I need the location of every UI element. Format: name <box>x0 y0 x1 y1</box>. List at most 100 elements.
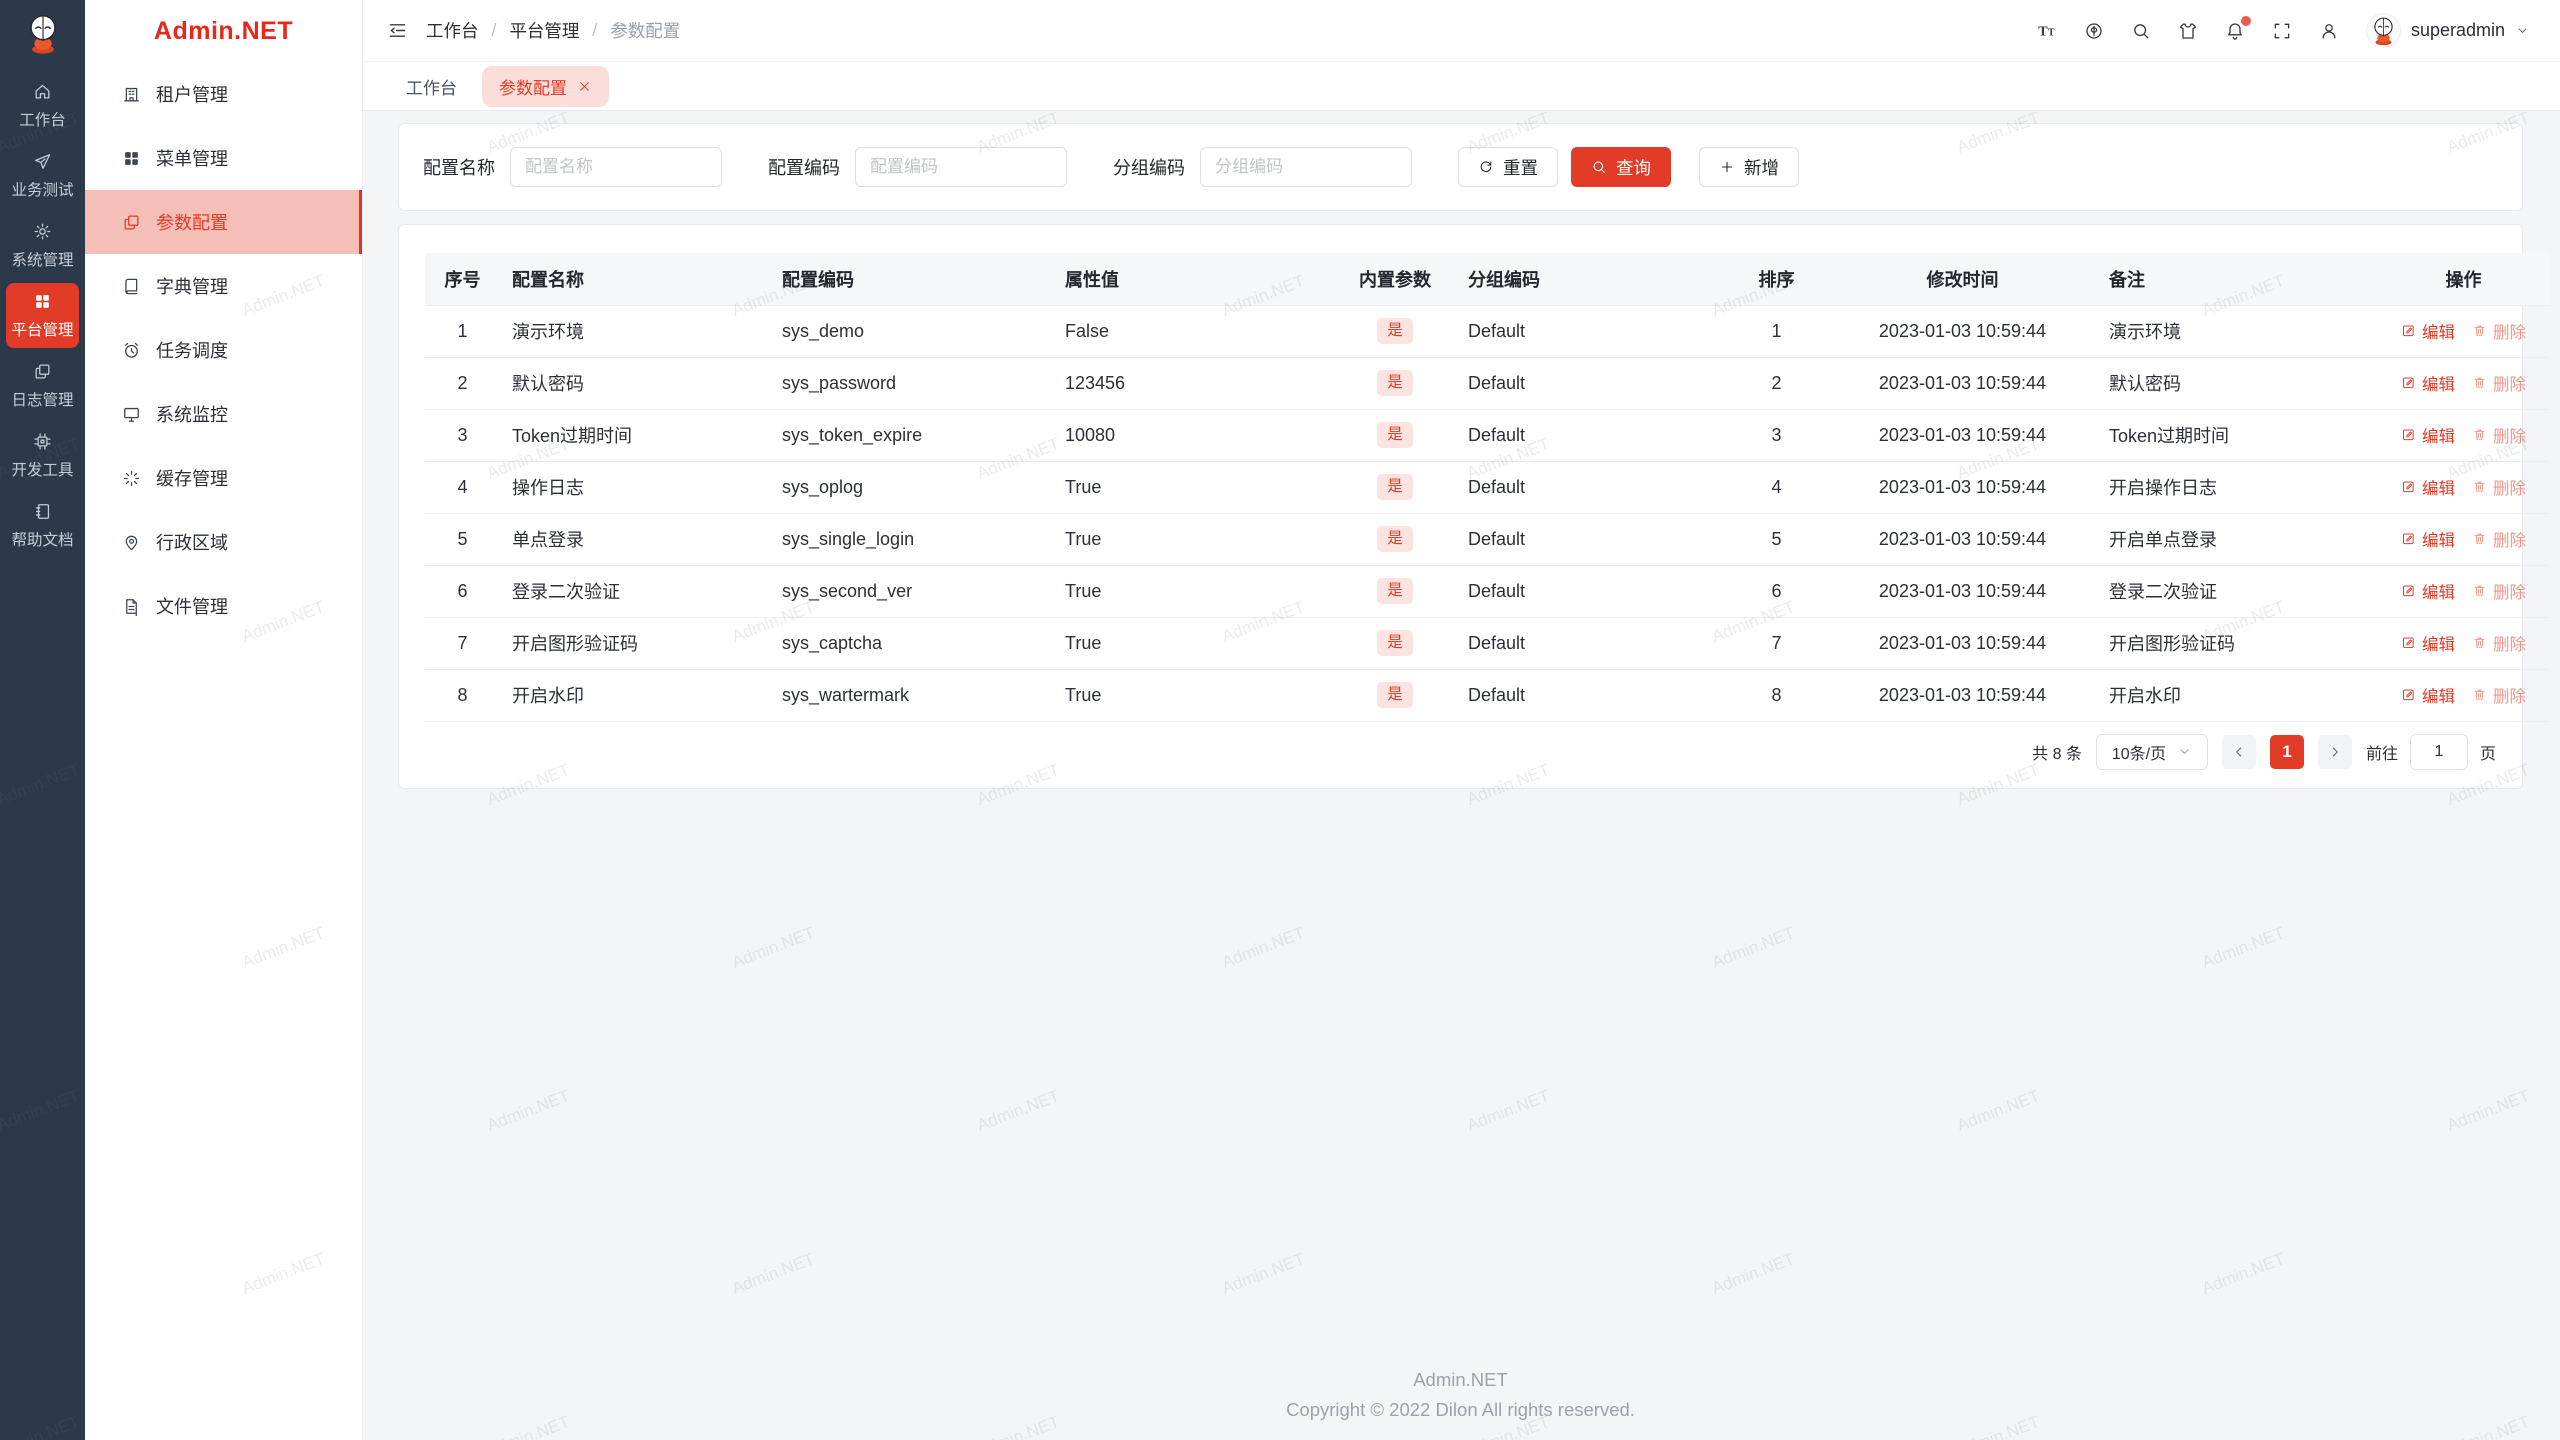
config-name-input[interactable] <box>510 147 722 187</box>
delete-button[interactable]: 删除 <box>2472 423 2526 447</box>
sidebar-item-dict-manage[interactable]: 字典管理 <box>85 254 362 318</box>
edit-button-label: 编辑 <box>2422 531 2455 550</box>
delete-button[interactable]: 删除 <box>2472 319 2526 343</box>
cell-sort: 7 <box>1725 617 1828 670</box>
group-code-input[interactable] <box>1200 147 1412 187</box>
cell-builtin: 是 <box>1334 409 1456 462</box>
edit-button[interactable]: 编辑 <box>2401 423 2455 447</box>
delete-button[interactable]: 删除 <box>2472 475 2526 499</box>
cell-group: Default <box>1456 409 1725 462</box>
chevron-down-icon <box>2177 744 2192 759</box>
cell-builtin: 是 <box>1334 513 1456 566</box>
copy-icon <box>33 362 52 381</box>
sidebar-item-label: 字典管理 <box>156 277 228 297</box>
cell-code: sys_token_expire <box>770 409 1053 462</box>
goto-page-input[interactable] <box>2409 733 2468 770</box>
table-row: 7 开启图形验证码 sys_captcha True 是 Default 7 2023-01-… <box>425 617 2549 670</box>
prev-page-button[interactable] <box>2221 734 2256 769</box>
cell-value: True <box>1053 461 1334 514</box>
chevron-down-icon <box>2515 23 2530 38</box>
next-page-button[interactable] <box>2317 734 2352 769</box>
user-menu[interactable]: superadmin <box>2365 13 2530 48</box>
search-button[interactable]: 查询 <box>1571 147 1671 187</box>
grid-icon <box>122 149 141 168</box>
tab-label: 工作台 <box>406 78 457 98</box>
sidebar-item-menu-manage[interactable]: 菜单管理 <box>85 126 362 190</box>
page-number-current[interactable]: 1 <box>2269 734 2304 769</box>
cell-sort: 3 <box>1725 409 1828 462</box>
rail-item-log-manage[interactable]: 日志管理 <box>6 353 79 418</box>
tab-参数配置[interactable]: 参数配置 <box>482 65 609 107</box>
edit-icon <box>2401 479 2416 494</box>
rail-item-system-manage[interactable]: 系统管理 <box>6 213 79 278</box>
book-icon <box>122 277 141 296</box>
cell-group: Default <box>1456 357 1725 410</box>
reset-button[interactable]: 重置 <box>1458 147 1558 187</box>
sidebar-item-label: 系统监控 <box>156 405 228 425</box>
sidebar-item-cache-manage[interactable]: 缓存管理 <box>85 446 362 510</box>
builtin-tag: 是 <box>1377 682 1413 708</box>
builtin-tag: 是 <box>1377 630 1413 656</box>
sidebar-item-param-config[interactable]: 参数配置 <box>85 190 362 254</box>
fullscreen-icon[interactable] <box>2272 21 2292 41</box>
search-icon <box>1591 159 1607 175</box>
pagination: 共 8 条 10条/页 1 前往 页 <box>425 722 2496 782</box>
edit-button[interactable]: 编辑 <box>2401 371 2455 395</box>
sidebar-item-system-monitor[interactable]: 系统监控 <box>85 382 362 446</box>
config-code-input[interactable] <box>855 147 1067 187</box>
cell-time: 2023-01-03 10:59:44 <box>1828 669 2097 722</box>
filter-buttons: 重置 查询 新增 <box>1458 147 1799 187</box>
language-icon[interactable] <box>2084 21 2104 41</box>
rail-item-workbench[interactable]: 工作台 <box>6 73 79 138</box>
column-header-value: 属性值 <box>1053 253 1334 306</box>
main-column: 工作台 / 平台管理 / 参数配置 TT superadmin 工作台 参数配置 配置名称… <box>363 0 2560 1440</box>
edit-button[interactable]: 编辑 <box>2401 631 2455 655</box>
cell-builtin: 是 <box>1334 357 1456 410</box>
monitor-icon <box>122 405 141 424</box>
theme-icon[interactable] <box>2178 21 2198 41</box>
notification-icon[interactable] <box>2225 15 2251 41</box>
column-header-name: 配置名称 <box>500 253 770 306</box>
delete-button[interactable]: 删除 <box>2472 683 2526 707</box>
sidebar-item-label: 文件管理 <box>156 597 228 617</box>
delete-button[interactable]: 删除 <box>2472 631 2526 655</box>
tab-工作台[interactable]: 工作台 <box>389 66 474 107</box>
svg-text:T: T <box>2048 27 2055 38</box>
rail-item-platform-manage[interactable]: 平台管理 <box>6 283 79 348</box>
column-header-code: 配置编码 <box>770 253 1053 306</box>
menu-fold-icon[interactable] <box>387 20 408 41</box>
sidebar-item-file-manage[interactable]: 文件管理 <box>85 574 362 638</box>
trash-icon <box>2472 479 2487 494</box>
delete-button[interactable]: 删除 <box>2472 527 2526 551</box>
rail-item-help-docs[interactable]: 帮助文档 <box>6 493 79 558</box>
trash-icon <box>2472 427 2487 442</box>
cell-code: sys_wartermark <box>770 669 1053 722</box>
rail-item-business-test[interactable]: 业务测试 <box>6 143 79 208</box>
reset-button-label: 重置 <box>1503 157 1538 178</box>
column-header-actions: 操作 <box>2378 253 2549 306</box>
sidebar-item-tenant-manage[interactable]: 租户管理 <box>85 62 362 126</box>
edit-button[interactable]: 编辑 <box>2401 579 2455 603</box>
rail-item-dev-tools[interactable]: 开发工具 <box>6 423 79 488</box>
header-icons: TT <box>2037 15 2339 41</box>
edit-button[interactable]: 编辑 <box>2401 527 2455 551</box>
sidebar-item-task-schedule[interactable]: 任务调度 <box>85 318 362 382</box>
close-icon[interactable] <box>577 79 592 94</box>
sidebar-item-admin-region[interactable]: 行政区域 <box>85 510 362 574</box>
edit-button[interactable]: 编辑 <box>2401 683 2455 707</box>
font-size-icon[interactable]: TT <box>2037 21 2057 41</box>
edit-button[interactable]: 编辑 <box>2401 319 2455 343</box>
breadcrumb-item[interactable]: 工作台 <box>426 18 479 43</box>
add-button[interactable]: 新增 <box>1699 147 1799 187</box>
page-size-select[interactable]: 10条/页 <box>2095 733 2208 770</box>
cell-remark: 开启操作日志 <box>2097 461 2378 514</box>
profile-icon[interactable] <box>2319 21 2339 41</box>
edit-button[interactable]: 编辑 <box>2401 475 2455 499</box>
search-icon[interactable] <box>2131 21 2151 41</box>
cell-time: 2023-01-03 10:59:44 <box>1828 461 2097 514</box>
delete-button[interactable]: 删除 <box>2472 371 2526 395</box>
cell-time: 2023-01-03 10:59:44 <box>1828 305 2097 358</box>
delete-button[interactable]: 删除 <box>2472 579 2526 603</box>
file-icon <box>122 597 141 616</box>
breadcrumb-item[interactable]: 平台管理 <box>509 18 579 43</box>
